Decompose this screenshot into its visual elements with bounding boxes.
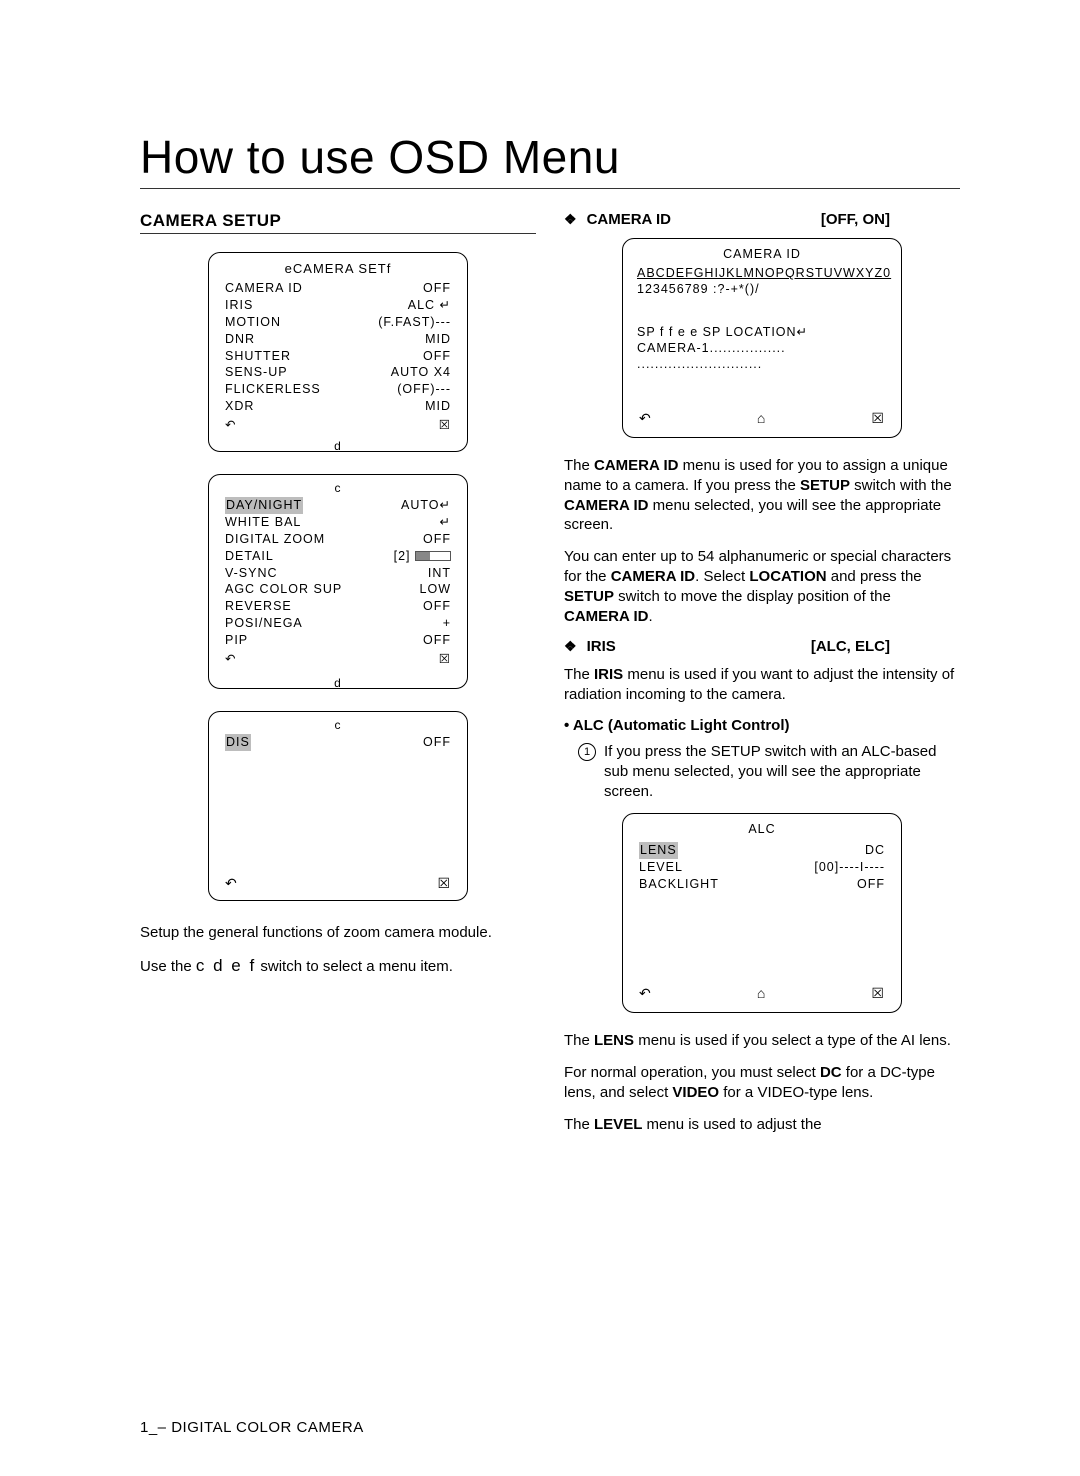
level-para: The LEVEL menu is used to adjust the [564,1115,960,1135]
osd-row-label: DETAIL [225,548,274,565]
alc-box: ALC LENS DC LEVEL [00]----I---- BACKLIGHT O… [622,813,902,1013]
heading-label: IRIS [587,638,616,655]
cid-controls-line: SP f f e e SP LOCATION↵ [637,324,887,340]
osd-row-label: AGC COLOR SUP [225,581,342,598]
osd-row-label: IRIS [225,297,253,314]
osd-row-value: [2] [394,548,451,565]
heading-options: [ALC, ELC] [811,638,890,655]
cid-charset-line1: ABCDEFGHIJKLMNOPQRSTUVWXYZ0 [637,265,887,281]
cid-name-line: CAMERA-1................. [637,340,887,356]
osd-row-label: SENS-UP [225,364,288,381]
osd-box2: c DAY/NIGHT AUTO↵ WHITE BAL ↵ DIGITAL ZOOM… [208,474,468,689]
close-icon: ☒ [439,417,451,434]
osd-row-label: DIGITAL ZOOM [225,531,325,548]
alc-title: ALC [639,822,885,836]
osd-row-label: REVERSE [225,598,292,615]
camera-setup-heading: CAMERA SETUP [140,211,536,234]
page-title: How to use OSD Menu [140,130,960,189]
left-column: CAMERA SETUP eCAMERA SETf CAMERA ID OFF I… [140,211,536,1419]
camera-id-box: CAMERA ID ABCDEFGHIJKLMNOPQRSTUVWXYZ0 12… [622,238,902,438]
left-para-1: Setup the general functions of zoom came… [140,923,536,943]
osd-row-label: XDR [225,398,254,415]
osd-row-label: DAY/NIGHT [225,497,303,514]
text: Use the [140,958,196,975]
diamond-icon [564,211,581,228]
up-indicator: c [225,481,451,495]
osd-row-label: LEVEL [639,859,683,876]
back-icon: ↶ [639,410,652,427]
osd-row-label: V-SYNC [225,565,278,582]
osd-row-value: ↵ [440,514,451,531]
osd-row-value: (F.FAST)--- [378,314,451,331]
osd-row-value: ALC ↵ [408,297,451,314]
osd-row-value: [00]----I---- [814,859,885,876]
back-icon: ↶ [639,985,652,1002]
detail-bar-icon [415,551,451,561]
step-number-icon: 1 [578,743,596,761]
osd-row-value: OFF [423,280,451,297]
osd-row-label: CAMERA ID [225,280,303,297]
osd-row-label: BACKLIGHT [639,876,719,893]
lens-para2: For normal operation, you must select DC… [564,1063,960,1103]
camera-id-para2: You can enter up to 54 alphanumeric or s… [564,547,960,626]
heading-label: CAMERA ID [587,211,671,228]
down-indicator: d [209,676,467,690]
osd-row-value: OFF [423,632,451,649]
camera-id-heading: CAMERA ID [OFF, ON] [564,211,960,228]
iris-para1: The IRIS menu is used if you want to adj… [564,665,960,705]
close-icon: ☒ [871,410,885,427]
osd-row-label: WHITE BAL [225,514,301,531]
osd-row-label: DNR [225,331,255,348]
iris-heading: IRIS [ALC, ELC] [564,638,960,655]
home-icon: ⌂ [757,410,766,427]
left-para-2: Use the c d e f switch to select a menu … [140,955,536,977]
osd-row-value: INT [428,565,451,582]
osd-row-label: DIS [225,734,251,751]
right-column: CAMERA ID [OFF, ON] CAMERA ID ABCDEFGHIJ… [564,211,960,1419]
back-icon: ↶ [225,651,236,668]
osd-row-label: FLICKERLESS [225,381,321,398]
osd-row-value: OFF [857,876,885,893]
alc-step-1: 1 If you press the SETUP switch with an … [578,742,960,801]
osd-row-label: MOTION [225,314,281,331]
osd-camera-set-box: eCAMERA SETf CAMERA ID OFF IRIS ALC ↵ MOTI… [208,252,468,452]
osd-row-value: LOW [420,581,451,598]
camera-id-para1: The CAMERA ID menu is used for you to as… [564,456,960,535]
osd-row-label: POSI/NEGA [225,615,303,632]
up-indicator: c [225,718,451,732]
cid-dots-line: ............................ [637,356,887,372]
nav-keys: c d e f [196,956,256,975]
osd-row-value: DC [865,842,885,859]
osd-row-label: LENS [639,842,678,859]
osd-row-label: PIP [225,632,248,649]
osd-row-value: OFF [423,598,451,615]
close-icon: ☒ [437,875,451,892]
osd-box3: c DIS OFF ↶ ☒ [208,711,468,901]
alc-heading: ALC (Automatic Light Control) [564,717,960,734]
osd-row-value: OFF [423,348,451,365]
osd-row-value: OFF [423,734,451,751]
cid-title: CAMERA ID [637,247,887,261]
home-icon: ⌂ [757,985,766,1002]
osd-row-value: AUTO X4 [391,364,451,381]
page-footer: 1_– DIGITAL COLOR CAMERA [140,1419,960,1436]
heading-options: [OFF, ON] [821,211,890,228]
down-indicator: d [209,439,467,453]
osd-row-value: (OFF)--- [397,381,451,398]
osd-row-value: MID [425,398,451,415]
osd-row-value: MID [425,331,451,348]
back-icon: ↶ [225,417,236,434]
close-icon: ☒ [439,651,451,668]
text: switch to select a menu item. [260,958,453,975]
cid-charset-line2: 123456789 :?-+*()/ [637,281,887,297]
lens-para: The LENS menu is used if you select a ty… [564,1031,960,1051]
close-icon: ☒ [871,985,885,1002]
diamond-icon [564,638,581,655]
osd-row-value: OFF [423,531,451,548]
osd-row-value: + [443,615,451,632]
osd-row-label: SHUTTER [225,348,291,365]
osd-row-value: AUTO↵ [401,497,451,514]
back-icon: ↶ [225,875,238,892]
osd-box1-title: eCAMERA SETf [225,261,451,276]
